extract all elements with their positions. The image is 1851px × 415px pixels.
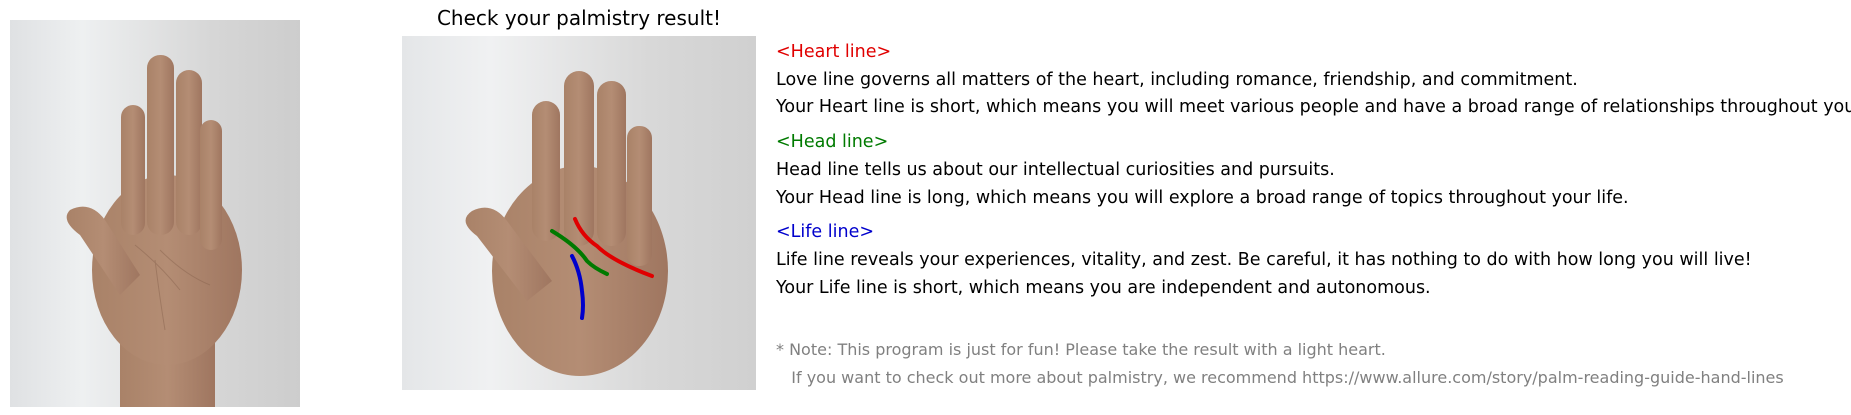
note-line-2: If you want to check out more about palm… xyxy=(776,368,1784,387)
life-line-description: Life line reveals your experiences, vita… xyxy=(776,250,1752,270)
hand-photo-with-lines-icon xyxy=(402,36,756,390)
head-line-result: Your Head line is long, which means you … xyxy=(776,188,1629,208)
result-title: Check your palmistry result! xyxy=(436,6,722,30)
note-line-1: * Note: This program is just for fun! Pl… xyxy=(776,340,1386,359)
heart-line-description: Love line governs all matters of the hea… xyxy=(776,70,1578,90)
life-line-heading: <Life line> xyxy=(776,222,875,242)
head-line-heading: <Head line> xyxy=(776,132,889,152)
heart-line-result: Your Heart line is short, which means yo… xyxy=(776,97,1851,117)
life-line-result: Your Life line is short, which means you… xyxy=(776,278,1431,298)
head-line-description: Head line tells us about our intellectua… xyxy=(776,160,1335,180)
result-hand-image xyxy=(402,36,756,390)
input-hand-image xyxy=(10,20,300,407)
heart-line-heading: <Heart line> xyxy=(776,42,892,62)
hand-photo-icon xyxy=(10,20,300,407)
